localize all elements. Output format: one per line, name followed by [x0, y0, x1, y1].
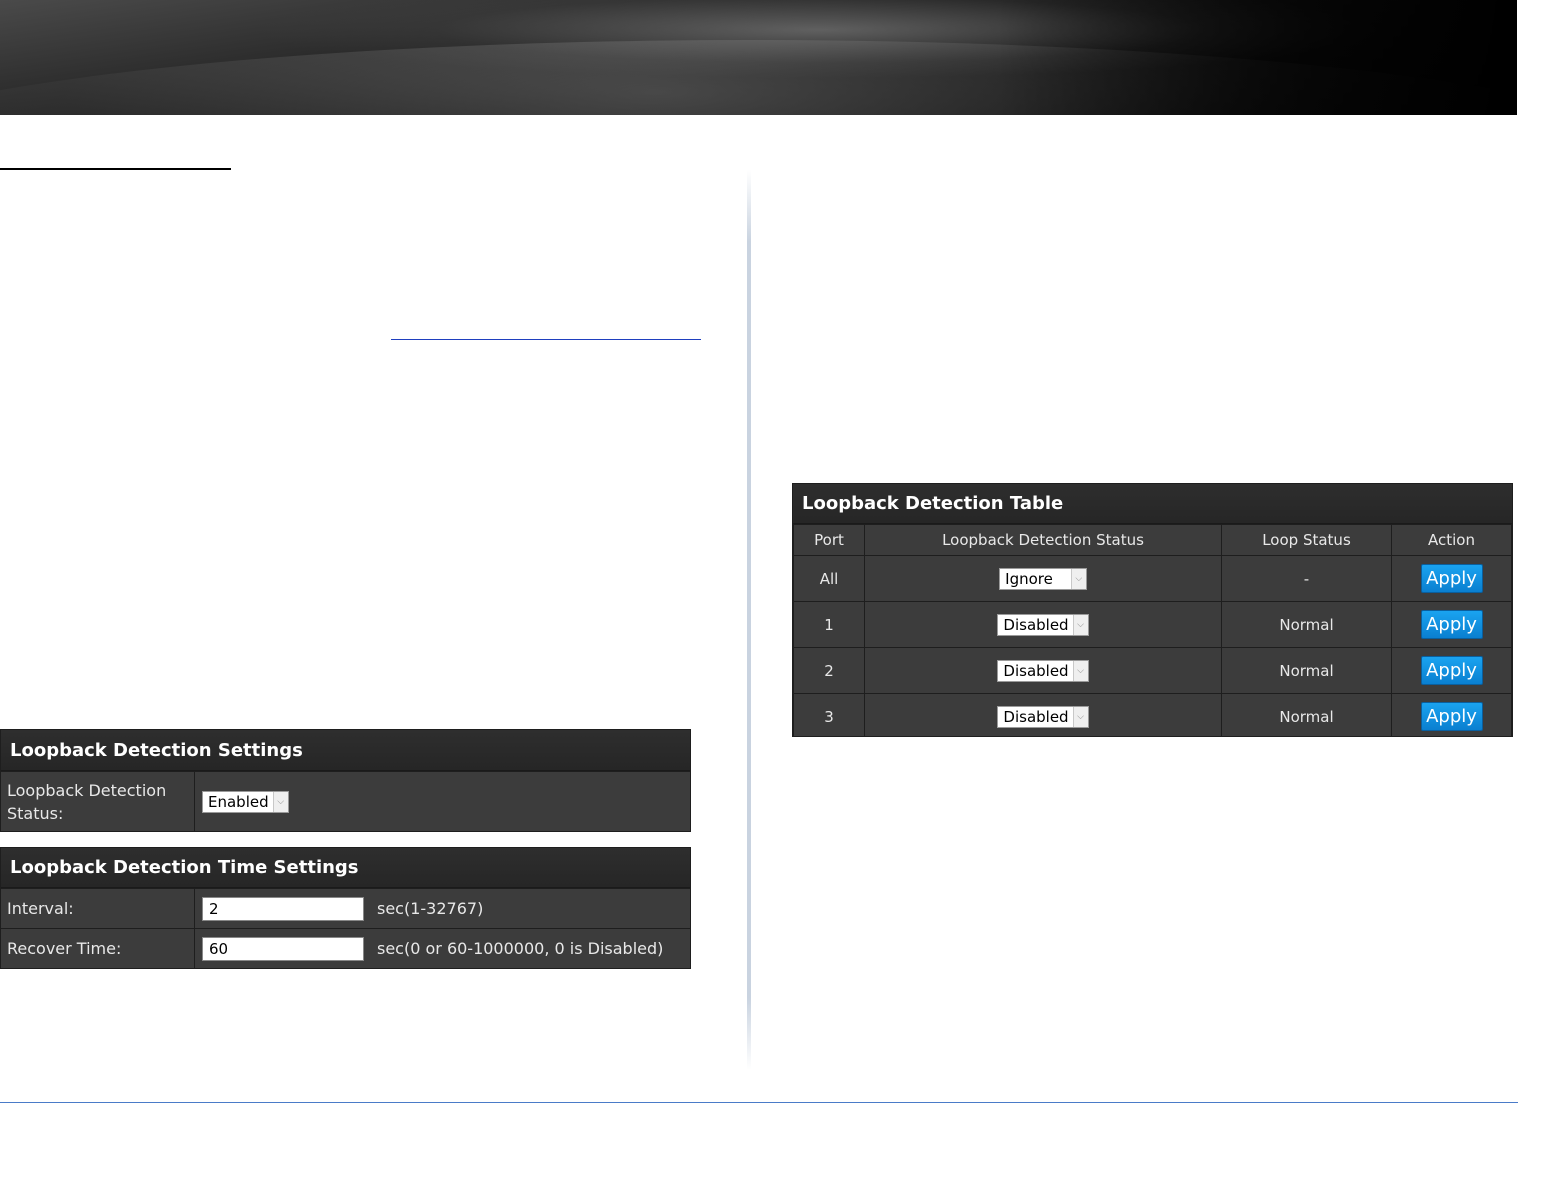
- status-row: Loopback Detection Status: Enabled ⌵: [1, 771, 690, 831]
- recover-label: Recover Time:: [1, 929, 195, 968]
- loopback-status-select[interactable]: Enabled ⌵: [202, 790, 289, 813]
- interval-value-cell: 2 sec(1-32767): [195, 889, 690, 928]
- action-cell: Apply: [1391, 647, 1512, 694]
- hyperlink-underline[interactable]: [391, 339, 701, 340]
- action-cell: Apply: [1391, 693, 1512, 736]
- port-cell: 2: [793, 647, 865, 694]
- header-banner: [0, 0, 1517, 115]
- chevron-down-icon: ⌵: [1070, 568, 1086, 589]
- port-cell: All: [793, 555, 865, 602]
- loop-status-cell: -: [1221, 555, 1392, 602]
- footer-rule: [0, 1102, 1518, 1103]
- table-row: 3 Disabled ⌵ Normal Apply: [793, 693, 1512, 736]
- loopback-settings-panel: Loopback Detection Settings Loopback Det…: [0, 729, 691, 832]
- chevron-down-icon: ⌵: [272, 791, 288, 812]
- recover-value-cell: 60 sec(0 or 60-1000000, 0 is Disabled): [195, 929, 690, 968]
- apply-button[interactable]: Apply: [1420, 656, 1483, 685]
- loop-status-cell: Normal: [1221, 693, 1392, 736]
- port-status-select[interactable]: Disabled ⌵: [997, 659, 1089, 682]
- select-value: Disabled: [1003, 615, 1069, 634]
- status-cell: Disabled ⌵: [864, 647, 1222, 694]
- column-header-port: Port: [793, 524, 865, 556]
- status-cell: Disabled ⌵: [864, 601, 1222, 648]
- port-cell: 1: [793, 601, 865, 648]
- table-row: All Ignore ⌵ - Apply: [793, 555, 1512, 602]
- interval-row: Interval: 2 sec(1-32767): [1, 888, 690, 928]
- interval-input[interactable]: 2: [202, 896, 364, 921]
- banner-shade: [997, 0, 1517, 115]
- select-value: Enabled: [208, 792, 269, 811]
- loopback-table-panel: Loopback Detection Table Port Loopback D…: [792, 483, 1513, 737]
- chevron-down-icon: ⌵: [1072, 706, 1088, 727]
- loopback-time-panel: Loopback Detection Time Settings Interva…: [0, 847, 691, 969]
- column-header-loop-status: Loop Status: [1221, 524, 1392, 556]
- loop-status-cell: Normal: [1221, 601, 1392, 648]
- apply-button[interactable]: Apply: [1420, 610, 1483, 639]
- table-row: 2 Disabled ⌵ Normal Apply: [793, 647, 1512, 694]
- loopback-table: Port Loopback Detection Status Loop Stat…: [793, 524, 1512, 736]
- interval-label: Interval:: [1, 889, 195, 928]
- status-label: Loopback Detection Status:: [1, 772, 195, 831]
- port-status-select[interactable]: Disabled ⌵: [997, 705, 1089, 728]
- loop-status-cell: Normal: [1221, 647, 1392, 694]
- recover-hint: sec(0 or 60-1000000, 0 is Disabled): [377, 939, 664, 958]
- select-value: Ignore: [1005, 569, 1053, 588]
- apply-button[interactable]: Apply: [1420, 564, 1483, 593]
- port-status-select[interactable]: Disabled ⌵: [997, 613, 1089, 636]
- interval-hint: sec(1-32767): [377, 899, 484, 918]
- panel-title: Loopback Detection Time Settings: [1, 848, 690, 888]
- column-divider: [747, 170, 751, 1070]
- column-header-status: Loopback Detection Status: [864, 524, 1222, 556]
- section-title-underline: [0, 168, 231, 170]
- apply-button[interactable]: Apply: [1420, 702, 1483, 731]
- recover-time-input[interactable]: 60: [202, 936, 364, 961]
- column-header-action: Action: [1391, 524, 1512, 556]
- panel-title: Loopback Detection Table: [793, 484, 1512, 524]
- select-value: Disabled: [1003, 661, 1069, 680]
- status-cell: Disabled ⌵: [864, 693, 1222, 736]
- select-value: Disabled: [1003, 707, 1069, 726]
- table-row: 1 Disabled ⌵ Normal Apply: [793, 601, 1512, 648]
- port-cell: 3: [793, 693, 865, 736]
- table-header-row: Port Loopback Detection Status Loop Stat…: [793, 524, 1512, 556]
- chevron-down-icon: ⌵: [1072, 614, 1088, 635]
- action-cell: Apply: [1391, 555, 1512, 602]
- port-status-select[interactable]: Ignore ⌵: [999, 567, 1087, 590]
- recover-row: Recover Time: 60 sec(0 or 60-1000000, 0 …: [1, 928, 690, 968]
- action-cell: Apply: [1391, 601, 1512, 648]
- status-value-cell: Enabled ⌵: [195, 772, 690, 831]
- panel-title: Loopback Detection Settings: [1, 730, 690, 771]
- chevron-down-icon: ⌵: [1072, 660, 1088, 681]
- status-cell: Ignore ⌵: [864, 555, 1222, 602]
